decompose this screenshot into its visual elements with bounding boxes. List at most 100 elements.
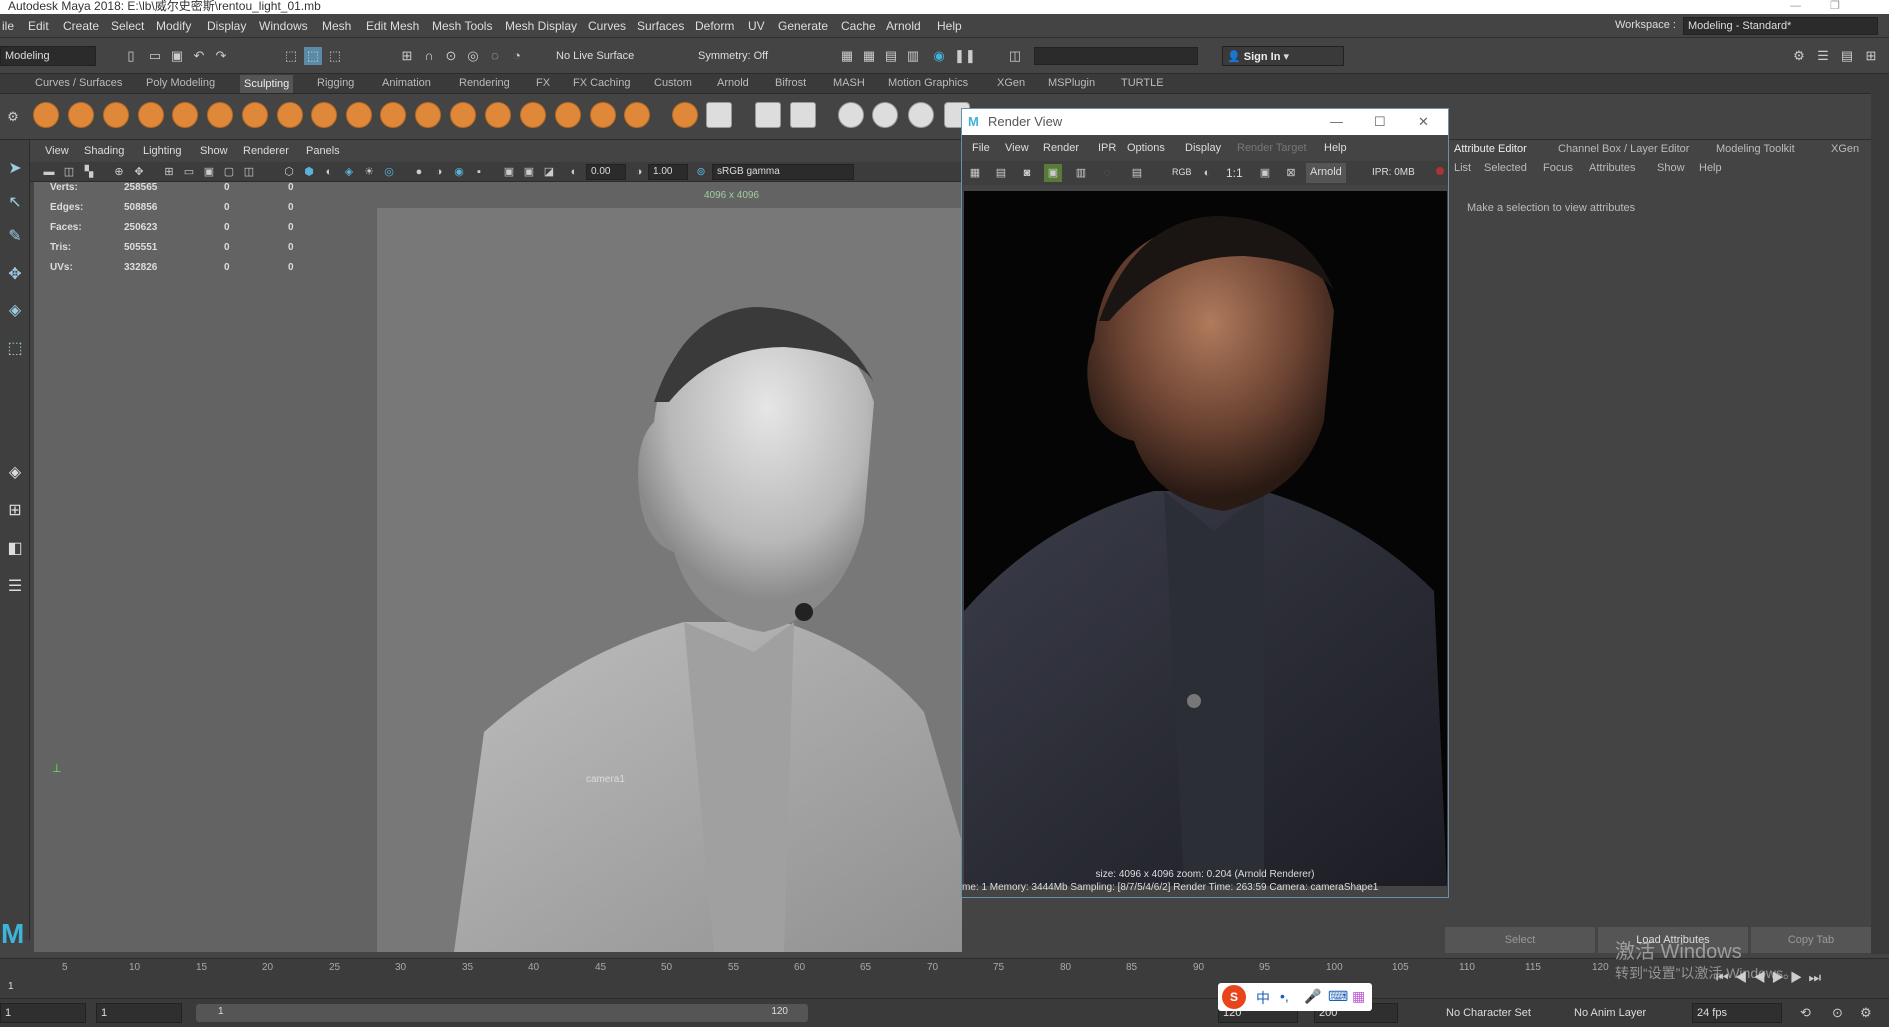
shelf-tab-fx[interactable]: FX: [536, 77, 550, 89]
shelf-tab-xgen[interactable]: XGen: [997, 77, 1025, 89]
viewport-menu-panels[interactable]: Panels: [306, 145, 340, 157]
shelf-tab-arnold[interactable]: Arnold: [717, 77, 749, 89]
auto-key-icon[interactable]: ⊙: [1832, 1005, 1843, 1021]
time-slider[interactable]: 1 5 10 15 20 25 30 35 40 45 50 55 60 65 …: [0, 958, 1889, 998]
snap-grid-icon[interactable]: ⊞: [398, 47, 416, 65]
image-plane-icon[interactable]: ⊕: [110, 163, 128, 181]
render-frame-icon[interactable]: ▦: [838, 47, 856, 65]
color-management-icon[interactable]: ⊚: [692, 163, 710, 181]
render-view-titlebar[interactable]: M Render View — ☐ ✕: [962, 109, 1448, 135]
range-slider[interactable]: 1 120: [196, 1004, 808, 1022]
bookmark-icon[interactable]: ▚: [80, 163, 98, 181]
snap-point-icon[interactable]: ⊙: [442, 47, 460, 65]
exposure-field[interactable]: 0.00: [586, 164, 626, 180]
fit-image-icon[interactable]: ▣: [1256, 164, 1274, 182]
menu-cache[interactable]: Cache: [841, 19, 876, 33]
preferences-icon[interactable]: ⚙: [1860, 1005, 1872, 1021]
alpha-toggle-icon[interactable]: ◐: [1198, 164, 1216, 182]
shelf-tab-mash[interactable]: MASH: [833, 77, 865, 89]
render-view-icon[interactable]: ▦: [860, 47, 878, 65]
ae-copy-tab-button[interactable]: Copy Tab: [1751, 927, 1871, 953]
channel-box-toggle-icon[interactable]: ⚙: [1790, 47, 1808, 65]
snap-surface-icon[interactable]: ◌: [486, 47, 504, 65]
restore-icon[interactable]: ❐: [1830, 0, 1840, 13]
menu-modify[interactable]: Modify: [156, 19, 191, 33]
scale-tool-icon[interactable]: ⬚: [4, 338, 26, 360]
ime-voice-icon[interactable]: 🎤: [1304, 988, 1321, 1005]
renderer-dropdown[interactable]: Arnold: [1306, 163, 1346, 183]
range-start-field[interactable]: 1: [96, 1003, 182, 1023]
sign-in-button[interactable]: 👤 Sign In ▾: [1222, 46, 1344, 66]
shelf-tab-rigging[interactable]: Rigging: [317, 77, 354, 89]
anti-aliasing-icon[interactable]: ◉: [450, 163, 468, 181]
ime-toolbox-icon[interactable]: ▦: [1352, 988, 1365, 1005]
fill-brush-icon[interactable]: [450, 102, 476, 128]
amplify-brush-icon[interactable]: [590, 102, 616, 128]
move-tool-icon[interactable]: ✥: [4, 264, 26, 286]
tab-attribute-editor[interactable]: Attribute Editor: [1454, 143, 1527, 155]
shelf-tab-turtle[interactable]: TURTLE: [1121, 77, 1164, 89]
tab-xgen[interactable]: XGen: [1831, 143, 1859, 155]
pause-icon[interactable]: ❚❚: [954, 47, 976, 65]
ime-toolbar[interactable]: S 中 •, 🎤 ⌨ ▦: [1218, 983, 1372, 1011]
outliner-layout-icon[interactable]: ☰: [4, 576, 26, 598]
use-all-lights-icon[interactable]: ☀: [360, 163, 378, 181]
xray-icon[interactable]: ▣: [520, 163, 538, 181]
perspective-viewport[interactable]: Verts: 258565 0 0 Edges: 508856 0 0 Face…: [34, 182, 962, 952]
grab-brush-icon[interactable]: [138, 102, 164, 128]
ipr-render-icon[interactable]: ▣: [1044, 164, 1062, 182]
symmetry-dropdown[interactable]: Symmetry: Off: [694, 47, 792, 65]
ae-menu-help[interactable]: Help: [1699, 162, 1722, 174]
lasso-tool-icon[interactable]: ↖: [4, 192, 26, 214]
paint-select-icon[interactable]: ✎: [4, 226, 26, 248]
undo-icon[interactable]: ↶: [190, 47, 208, 65]
shadows-icon[interactable]: ◎: [380, 163, 398, 181]
symmetry-settings-icon[interactable]: [872, 102, 898, 128]
snap-view-icon[interactable]: ◎: [464, 47, 482, 65]
rv-menu-file[interactable]: File: [972, 142, 990, 154]
isolate-select-icon[interactable]: ▣: [500, 163, 518, 181]
mode-dropdown[interactable]: Modeling: [0, 46, 96, 66]
rv-menu-render[interactable]: Render: [1043, 142, 1079, 154]
gate-mask-icon[interactable]: ▢: [220, 163, 238, 181]
rv-close-icon[interactable]: ✕: [1418, 109, 1429, 135]
minimize-icon[interactable]: —: [1790, 0, 1801, 13]
rv-menu-help[interactable]: Help: [1324, 142, 1347, 154]
anim-layer-dropdown[interactable]: No Anim Layer: [1574, 1007, 1646, 1019]
ime-punctuation-icon[interactable]: •,: [1280, 988, 1289, 1004]
shelf-tab-custom[interactable]: Custom: [654, 77, 692, 89]
menu-create[interactable]: Create: [63, 19, 99, 33]
snap-live-icon[interactable]: ◔: [508, 47, 526, 65]
rv-minimize-icon[interactable]: —: [1330, 109, 1343, 135]
fps-dropdown[interactable]: 24 fps: [1692, 1003, 1782, 1023]
arnold-render-icon[interactable]: ◉: [930, 47, 948, 65]
menu-deform[interactable]: Deform: [695, 19, 734, 33]
shelf-tab-msplugin[interactable]: MSPlugin: [1048, 77, 1095, 89]
camera-select-icon[interactable]: ▬: [40, 163, 58, 181]
menu-mesh[interactable]: Mesh: [322, 19, 351, 33]
rgb-channel-toggle[interactable]: RGB: [1172, 167, 1192, 177]
gamma-icon[interactable]: ◑: [630, 163, 648, 181]
spray-brush-icon[interactable]: [277, 102, 303, 128]
ae-menu-list[interactable]: List: [1454, 162, 1471, 174]
select-object-icon[interactable]: ⬚: [304, 47, 322, 65]
loop-icon[interactable]: ⟲: [1800, 1005, 1811, 1021]
command-search-field[interactable]: [1034, 47, 1198, 65]
refresh-ipr-icon[interactable]: ▥: [1072, 164, 1090, 182]
textured-icon[interactable]: ◈: [340, 163, 358, 181]
select-hierarchy-icon[interactable]: ⬚: [282, 47, 300, 65]
convert-to-frozen-icon[interactable]: [672, 102, 698, 128]
select-component-icon[interactable]: ⬚: [326, 47, 344, 65]
mirror-icon[interactable]: [838, 102, 864, 128]
menu-file[interactable]: ile: [2, 19, 14, 33]
relax-brush-icon[interactable]: [103, 102, 129, 128]
mask-display-icon[interactable]: [755, 102, 781, 128]
ae-menu-attributes[interactable]: Attributes: [1589, 162, 1635, 174]
snapshot-icon[interactable]: ◙: [1018, 164, 1036, 182]
motion-blur-icon[interactable]: ◑: [430, 163, 448, 181]
smooth-shade-icon[interactable]: ⬢: [300, 163, 318, 181]
viewport-menu-view[interactable]: View: [45, 145, 69, 157]
exposure-icon[interactable]: ◐: [565, 163, 583, 181]
new-scene-icon[interactable]: ▯: [122, 47, 140, 65]
render-settings-icon[interactable]: ▥: [904, 47, 922, 65]
